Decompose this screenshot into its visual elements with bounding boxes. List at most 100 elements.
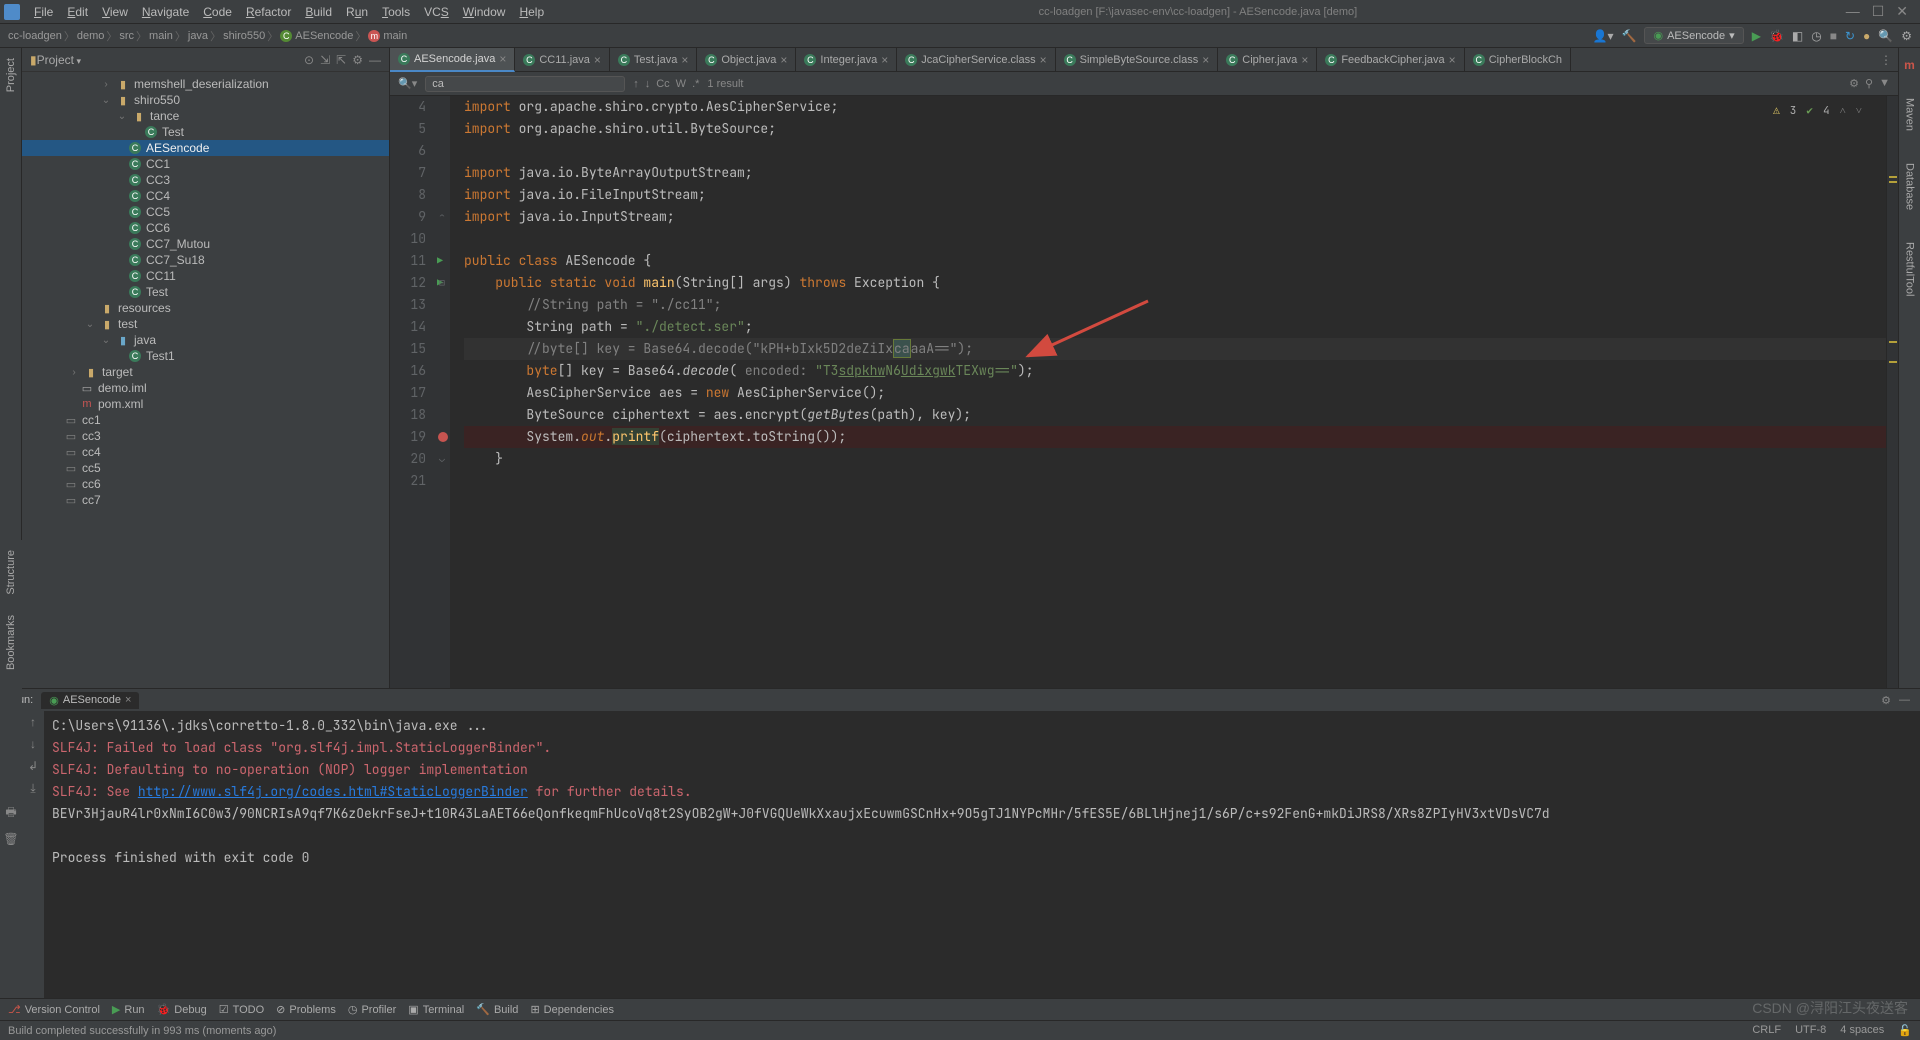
hide-icon[interactable]: — — [369, 53, 381, 67]
run-button[interactable]: ▶Run — [112, 1003, 145, 1016]
structure-tool-button[interactable]: Structure — [5, 550, 17, 595]
problems-button[interactable]: ⊘Problems — [276, 1003, 336, 1016]
tab-object[interactable]: Object.java× — [697, 48, 796, 72]
tree-item[interactable]: CC7_Mutou — [22, 236, 389, 252]
tree-item[interactable]: ▭cc1 — [22, 412, 389, 428]
build-button[interactable]: 🔨Build — [476, 1003, 518, 1016]
tree-item[interactable]: ▭cc6 — [22, 476, 389, 492]
debug-icon[interactable]: 🐞 — [1769, 29, 1784, 43]
menu-view[interactable]: View — [96, 3, 134, 21]
crumb-module[interactable]: demo — [77, 30, 105, 42]
close-icon[interactable]: ✕ — [1896, 3, 1908, 20]
console-output[interactable]: C:\Users\91136\.jdks\corretto-1.8.0_332\… — [44, 711, 1920, 998]
tab-close-icon[interactable]: × — [499, 52, 506, 66]
code-content[interactable]: ⚠3 ✔4 ˄ ˅ import org.apache.shiro.crypto… — [450, 96, 1886, 688]
crumb-pkg[interactable]: shiro550 — [223, 30, 265, 42]
tab-close-icon[interactable]: × — [1202, 53, 1209, 67]
menu-build[interactable]: Build — [299, 3, 338, 21]
filter-icon[interactable]: ⚙ — [1849, 77, 1859, 90]
project-header-title[interactable]: Project — [37, 53, 81, 67]
regex-icon[interactable]: .* — [692, 78, 699, 90]
gear-icon[interactable]: ⚙ — [352, 53, 363, 67]
tab-feedback[interactable]: FeedbackCipher.java× — [1317, 48, 1464, 72]
tree-item[interactable]: CC4 — [22, 188, 389, 204]
tab-cipherblock[interactable]: CipherBlockCh — [1465, 48, 1571, 72]
coverage-icon[interactable]: ◧ — [1792, 29, 1803, 43]
run-gutter-icon[interactable]: ▶ — [437, 250, 443, 272]
tree-item[interactable]: ▭cc3 — [22, 428, 389, 444]
close-icon[interactable]: × — [125, 694, 131, 706]
tree-item[interactable]: Test1 — [22, 348, 389, 364]
slf4j-link[interactable]: http://www.slf4j.org/codes.html#StaticLo… — [138, 783, 528, 800]
stop-icon[interactable]: ■ — [1830, 29, 1837, 43]
menu-help[interactable]: Help — [513, 3, 550, 21]
maven-tool-button[interactable]: Maven — [1904, 92, 1916, 137]
settings-icon[interactable]: ⚙ — [1901, 29, 1912, 43]
crumb-project[interactable]: cc-loadgen — [8, 30, 62, 42]
select-opened-icon[interactable]: ⊙ — [304, 53, 314, 67]
profiler-icon[interactable]: ◷ — [1811, 29, 1821, 43]
chevron-down-icon[interactable]: ˅ — [1856, 100, 1862, 122]
menu-file[interactable]: File — [28, 3, 59, 21]
fold-icon[interactable]: ⌄ — [439, 448, 445, 470]
tree-item[interactable]: ⌄▮shiro550 — [22, 92, 389, 108]
crumb-method[interactable]: main — [368, 30, 407, 42]
tree-item[interactable]: CC3 — [22, 172, 389, 188]
tree-item[interactable]: ›▮target — [22, 364, 389, 380]
menu-refactor[interactable]: Refactor — [240, 3, 297, 21]
menu-vcs[interactable]: VCS — [418, 3, 455, 21]
menu-run[interactable]: Run — [340, 3, 374, 21]
tab-jcacipher[interactable]: JcaCipherService.class× — [897, 48, 1055, 72]
tab-integer[interactable]: Integer.java× — [796, 48, 897, 72]
restful-tool-button[interactable]: RestfulTool — [1904, 236, 1916, 302]
menu-navigate[interactable]: Navigate — [136, 3, 195, 21]
tree-item[interactable]: CC11 — [22, 268, 389, 284]
tab-aesencode[interactable]: AESencode.java× — [390, 48, 515, 72]
user-icon[interactable]: 👤▾ — [1593, 29, 1614, 43]
match-case-icon[interactable]: Cc — [656, 78, 669, 90]
tree-item[interactable]: CC6 — [22, 220, 389, 236]
tab-cc11[interactable]: CC11.java× — [515, 48, 610, 72]
chevron-up-icon[interactable]: ˄ — [1840, 100, 1846, 122]
dependencies-button[interactable]: ⊞Dependencies — [530, 1003, 614, 1016]
menu-edit[interactable]: Edit — [61, 3, 94, 21]
tree-item[interactable]: ⌄▮test — [22, 316, 389, 332]
words-icon[interactable]: W — [676, 78, 686, 90]
update-icon[interactable]: ↻ — [1845, 29, 1855, 43]
find-filter-icon[interactable]: ▼ — [1879, 77, 1890, 90]
profiler-button[interactable]: ◷Profiler — [348, 1003, 396, 1016]
tab-simplebyte[interactable]: SimpleByteSource.class× — [1056, 48, 1219, 72]
tree-item[interactable]: ›▮memshell_deserialization — [22, 76, 389, 92]
indent-indicator[interactable]: 4 spaces — [1840, 1024, 1884, 1037]
todo-button[interactable]: ☑TODO — [219, 1003, 264, 1016]
gear-icon[interactable]: ⚙ — [1881, 694, 1891, 707]
print-icon[interactable]: 🖶 — [5, 803, 16, 824]
inspection-widget[interactable]: ⚠3 ✔4 ˄ ˅ — [1773, 100, 1862, 122]
find-input[interactable]: ca — [425, 76, 625, 92]
run-tab[interactable]: ◉ AESencode × — [41, 692, 139, 709]
hide-icon[interactable]: — — [1899, 694, 1910, 707]
version-control-button[interactable]: ⎇Version Control — [8, 1003, 100, 1016]
maximize-icon[interactable]: ☐ — [1872, 3, 1885, 20]
terminal-button[interactable]: ▣Terminal — [408, 1003, 464, 1016]
tab-close-icon[interactable]: × — [1449, 53, 1456, 67]
tab-close-icon[interactable]: × — [594, 53, 601, 67]
tree-item[interactable]: ⌄▮tance — [22, 108, 389, 124]
crumb-src[interactable]: src — [119, 30, 134, 42]
avatar-icon[interactable]: ● — [1863, 29, 1870, 43]
build-icon[interactable]: 🔨 — [1622, 29, 1637, 43]
tree-item[interactable]: ▭cc5 — [22, 460, 389, 476]
tab-test[interactable]: Test.java× — [610, 48, 697, 72]
tree-item[interactable]: ▭demo.iml — [22, 380, 389, 396]
tree-item[interactable]: CC5 — [22, 204, 389, 220]
bookmarks-tool-button[interactable]: Bookmarks — [5, 615, 17, 670]
debug-button[interactable]: 🐞Debug — [157, 1003, 207, 1016]
encoding-indicator[interactable]: UTF-8 — [1795, 1024, 1826, 1037]
database-tool-button[interactable]: Database — [1904, 157, 1916, 216]
maven-icon[interactable]: m — [1904, 58, 1915, 72]
trash-icon[interactable]: 🗑 — [3, 832, 18, 846]
minimize-icon[interactable]: — — [1846, 3, 1860, 20]
breakpoint-icon[interactable] — [437, 426, 448, 442]
menu-window[interactable]: Window — [457, 3, 512, 21]
tree-item[interactable]: ⌄▮java — [22, 332, 389, 348]
